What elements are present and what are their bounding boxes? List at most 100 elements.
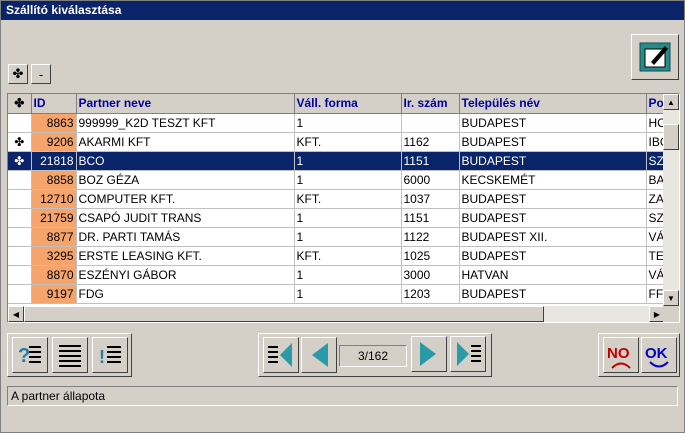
- ok-icon: OK: [645, 345, 669, 368]
- row-zip[interactable]: 1162: [401, 132, 460, 152]
- row-partner-name[interactable]: BCO: [76, 151, 295, 171]
- expand-all-button[interactable]: ✤: [8, 64, 28, 84]
- row-partner-name[interactable]: ERSTE LEASING KFT.: [76, 246, 295, 266]
- row-partner-name[interactable]: BOZ GÉZA: [76, 170, 295, 190]
- vertical-scroll-thumb[interactable]: [663, 124, 679, 150]
- row-city[interactable]: BUDAPEST: [459, 284, 647, 304]
- column-header-city[interactable]: Település név: [459, 94, 647, 114]
- horizontal-scroll-thumb[interactable]: [24, 306, 544, 322]
- row-legal-form[interactable]: KFT.: [294, 132, 402, 152]
- row-partner-name[interactable]: 999999_K2D TESZT KFT: [76, 113, 295, 133]
- column-header-partner-name[interactable]: Partner neve: [76, 94, 295, 114]
- row-id[interactable]: 21818: [31, 151, 77, 171]
- row-id[interactable]: 12710: [31, 189, 77, 209]
- row-partner-name[interactable]: COMPUTER KFT.: [76, 189, 295, 209]
- table-row[interactable]: 21759 CSAPÓ JUDIT TRANS 1 1151 BUDAPEST SZ: [8, 208, 669, 228]
- row-legal-form[interactable]: 1: [294, 265, 402, 285]
- row-id[interactable]: 21759: [31, 208, 77, 228]
- first-record-button[interactable]: [263, 337, 299, 373]
- row-legal-form[interactable]: 1: [294, 113, 402, 133]
- row-legal-form[interactable]: 1: [294, 227, 402, 247]
- sort-button[interactable]: !: [92, 337, 128, 373]
- row-legal-form[interactable]: KFT.: [294, 246, 402, 266]
- scroll-down-button[interactable]: ▼: [663, 290, 679, 306]
- row-city[interactable]: BUDAPEST: [459, 246, 647, 266]
- row-mark[interactable]: [8, 170, 32, 190]
- table-row[interactable]: 3295 ERSTE LEASING KFT. KFT. 1025 BUDAPEST TE: [8, 246, 669, 266]
- row-city[interactable]: HATVAN: [459, 265, 647, 285]
- table-row[interactable]: 8858 BOZ GÉZA 1 6000 KECSKEMÉT BA: [8, 170, 669, 190]
- row-city[interactable]: BUDAPEST: [459, 151, 647, 171]
- row-zip[interactable]: 1037: [401, 189, 460, 209]
- scroll-up-button[interactable]: ▲: [663, 94, 679, 110]
- row-legal-form[interactable]: 1: [294, 151, 402, 171]
- column-header-id[interactable]: ID: [31, 94, 77, 114]
- row-mark[interactable]: [8, 227, 32, 247]
- row-city[interactable]: BUDAPEST: [459, 189, 647, 209]
- row-zip[interactable]: 1025: [401, 246, 460, 266]
- row-legal-form[interactable]: 1: [294, 208, 402, 228]
- row-zip[interactable]: 3000: [401, 265, 460, 285]
- row-partner-name[interactable]: DR. PARTI TAMÁS: [76, 227, 295, 247]
- table-row[interactable]: 8863 999999_K2D TESZT KFT 1 BUDAPEST HO: [8, 113, 669, 133]
- collapse-all-button[interactable]: -: [31, 64, 51, 84]
- row-mark[interactable]: ✤: [8, 151, 32, 171]
- prev-record-button[interactable]: [301, 337, 337, 373]
- row-city[interactable]: KECSKEMÉT: [459, 170, 647, 190]
- table-row[interactable]: ✤ 21818 BCO 1 1151 BUDAPEST SZ: [8, 151, 669, 171]
- table-row[interactable]: 12710 COMPUTER KFT. KFT. 1037 BUDAPEST ZA: [8, 189, 669, 209]
- row-mark[interactable]: [8, 189, 32, 209]
- scroll-left-button[interactable]: ◀: [8, 306, 24, 322]
- row-partner-name[interactable]: AKARMI KFT: [76, 132, 295, 152]
- row-zip[interactable]: 1151: [401, 151, 460, 171]
- next-record-button[interactable]: [411, 336, 447, 372]
- sort-list-icon: !: [99, 346, 121, 367]
- row-id[interactable]: 9206: [31, 132, 77, 152]
- row-id[interactable]: 8858: [31, 170, 77, 190]
- row-id[interactable]: 9197: [31, 284, 77, 304]
- row-legal-form[interactable]: 1: [294, 170, 402, 190]
- list-view-button[interactable]: [52, 337, 88, 373]
- row-zip[interactable]: [401, 113, 460, 133]
- row-city[interactable]: BUDAPEST: [459, 132, 647, 152]
- ok-button[interactable]: OK: [641, 337, 677, 373]
- row-zip[interactable]: 1151: [401, 208, 460, 228]
- row-partner-name[interactable]: CSAPÓ JUDIT TRANS: [76, 208, 295, 228]
- row-partner-name[interactable]: FDG: [76, 284, 295, 304]
- column-header-zip[interactable]: Ir. szám: [401, 94, 460, 114]
- row-id[interactable]: 8863: [31, 113, 77, 133]
- row-mark[interactable]: [8, 265, 32, 285]
- row-id[interactable]: 3295: [31, 246, 77, 266]
- column-header-expand[interactable]: ✤: [8, 94, 32, 114]
- row-mark[interactable]: [8, 284, 32, 304]
- table-row[interactable]: ✤ 9206 AKARMI KFT KFT. 1162 BUDAPEST IBO: [8, 132, 669, 152]
- row-mark[interactable]: [8, 246, 32, 266]
- column-header-legal-form[interactable]: Váll. forma: [294, 94, 402, 114]
- horizontal-scrollbar[interactable]: ◀ ▶: [8, 306, 665, 322]
- row-city[interactable]: BUDAPEST: [459, 113, 647, 133]
- svg-text:?: ?: [18, 345, 30, 367]
- row-city[interactable]: BUDAPEST: [459, 208, 647, 228]
- row-id[interactable]: 8877: [31, 227, 77, 247]
- no-button[interactable]: NO: [603, 337, 639, 373]
- table-row[interactable]: 9197 FDG 1 1203 BUDAPEST FF: [8, 284, 669, 304]
- table-row[interactable]: 8870 ESZÉNYI GÁBOR 1 3000 HATVAN VÁ: [8, 265, 669, 285]
- row-id[interactable]: 8870: [31, 265, 77, 285]
- row-city[interactable]: BUDAPEST XII.: [459, 227, 647, 247]
- row-mark[interactable]: [8, 113, 32, 133]
- prev-record-icon: [312, 343, 328, 367]
- help-button[interactable]: ?: [12, 337, 48, 373]
- row-legal-form[interactable]: KFT.: [294, 189, 402, 209]
- row-zip[interactable]: 1122: [401, 227, 460, 247]
- table-row[interactable]: 8877 DR. PARTI TAMÁS 1 1122 BUDAPEST XII. VÁ: [8, 227, 669, 247]
- row-partner-name[interactable]: ESZÉNYI GÁBOR: [76, 265, 295, 285]
- edit-partner-button[interactable]: [631, 34, 679, 80]
- row-legal-form[interactable]: 1: [294, 284, 402, 304]
- vertical-scrollbar[interactable]: ▲ ▼: [663, 94, 679, 306]
- last-record-button[interactable]: [450, 336, 486, 372]
- row-mark[interactable]: ✤: [8, 132, 32, 152]
- row-mark[interactable]: [8, 208, 32, 228]
- window-title: Szállító kiválasztása: [1, 1, 684, 20]
- row-zip[interactable]: 1203: [401, 284, 460, 304]
- row-zip[interactable]: 6000: [401, 170, 460, 190]
